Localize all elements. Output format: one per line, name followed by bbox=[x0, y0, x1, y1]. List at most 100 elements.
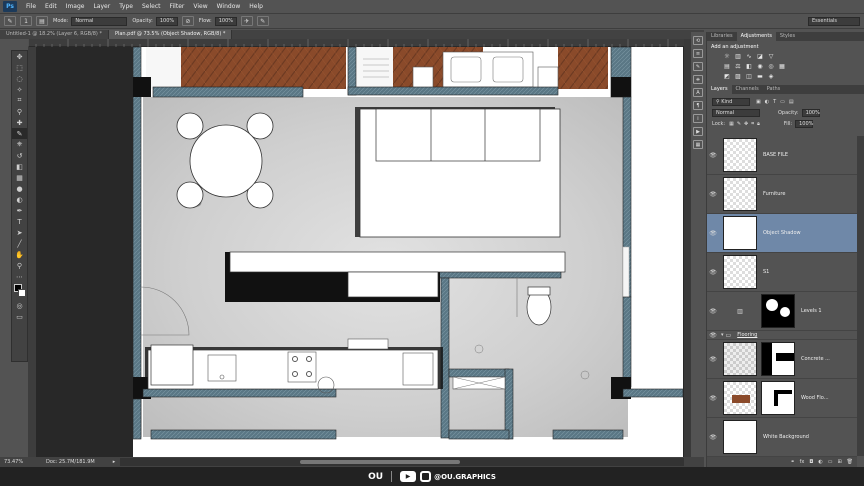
layer-object-shadow[interactable]: 👁︎ Object Shadow bbox=[707, 214, 857, 253]
dodge-tool-icon[interactable]: ◐ bbox=[12, 194, 27, 205]
visibility-eye-icon[interactable]: 👁︎ bbox=[707, 332, 719, 339]
group-expand-icon[interactable]: ▾ bbox=[721, 332, 724, 338]
visibility-eye-icon[interactable]: 👁︎ bbox=[707, 356, 719, 363]
move-tool-icon[interactable]: ✥ bbox=[12, 51, 27, 62]
filter-pixel-icon[interactable]: ▣ bbox=[756, 99, 761, 105]
vertical-scrollbar[interactable] bbox=[684, 39, 691, 457]
brush-tool-icon[interactable]: ✎ bbox=[4, 16, 16, 26]
menu-help[interactable]: Help bbox=[249, 3, 263, 10]
layer-group-flooring[interactable]: 👁︎ ▾ ▭ Flooring bbox=[707, 331, 857, 340]
new-layer-icon[interactable]: ⊞ bbox=[837, 459, 841, 465]
visibility-eye-icon[interactable]: 👁︎ bbox=[707, 152, 719, 159]
tab-layers[interactable]: Layers bbox=[707, 85, 732, 94]
menu-filter[interactable]: Filter bbox=[170, 3, 185, 10]
pen-tool-icon[interactable]: ✒ bbox=[12, 205, 27, 216]
brush-tool-icon[interactable]: ✎ bbox=[12, 128, 27, 139]
character-panel-icon[interactable]: A bbox=[693, 88, 703, 97]
gradient-tool-icon[interactable]: ▦ bbox=[12, 172, 27, 183]
lock-all-icon[interactable]: 🔒︎ bbox=[757, 121, 760, 127]
stamp-tool-icon[interactable]: ⎈ bbox=[12, 139, 27, 150]
vibrance-icon[interactable]: ▽ bbox=[767, 53, 775, 60]
layer-furniture[interactable]: 👁︎ Furniture bbox=[707, 175, 857, 214]
curves-icon[interactable]: ∿ bbox=[745, 53, 753, 60]
history-brush-tool-icon[interactable]: ↺ bbox=[12, 150, 27, 161]
vertical-ruler[interactable] bbox=[28, 47, 36, 457]
black-white-icon[interactable]: ◧ bbox=[745, 63, 753, 70]
exposure-icon[interactable]: ◪ bbox=[756, 53, 764, 60]
quick-mask-icon[interactable]: ◎ bbox=[12, 300, 27, 311]
selective-color-icon[interactable]: ◈ bbox=[767, 73, 775, 80]
tab-styles[interactable]: Styles bbox=[776, 32, 799, 41]
filter-shape-icon[interactable]: ▭ bbox=[780, 99, 785, 105]
new-group-icon[interactable]: ▭ bbox=[828, 459, 833, 465]
airbrush-icon[interactable]: ✈ bbox=[240, 16, 253, 26]
gradient-map-icon[interactable]: ▬ bbox=[756, 73, 764, 80]
color-lookup-icon[interactable]: ▦ bbox=[778, 63, 786, 70]
menu-edit[interactable]: Edit bbox=[45, 3, 57, 10]
more-tools-icon[interactable]: ⋯ bbox=[12, 271, 27, 282]
menu-select[interactable]: Select bbox=[142, 3, 161, 10]
fx-icon[interactable]: fx bbox=[800, 459, 805, 465]
horizontal-scrollbar[interactable] bbox=[120, 458, 684, 466]
color-balance-icon[interactable]: ⚖ bbox=[734, 63, 742, 70]
status-arrow-icon[interactable]: ▸ bbox=[113, 459, 116, 465]
blur-tool-icon[interactable]: ● bbox=[12, 183, 27, 194]
eyedropper-tool-icon[interactable]: ⚲ bbox=[12, 106, 27, 117]
menu-image[interactable]: Image bbox=[66, 3, 85, 10]
visibility-eye-icon[interactable]: 👁︎ bbox=[707, 191, 719, 198]
clone-source-icon[interactable]: ⎈ bbox=[693, 75, 703, 84]
quick-select-tool-icon[interactable]: ✧ bbox=[12, 84, 27, 95]
blend-mode-select[interactable]: Normal bbox=[712, 108, 760, 117]
menu-type[interactable]: Type bbox=[119, 3, 133, 10]
filter-type-icon[interactable]: T bbox=[773, 99, 776, 105]
line-tool-icon[interactable]: ╱ bbox=[12, 238, 27, 249]
actions-panel-icon[interactable]: ▶ bbox=[693, 127, 703, 136]
menu-view[interactable]: View bbox=[193, 3, 207, 10]
layer-white-background[interactable]: 👁︎ White Background bbox=[707, 418, 857, 457]
tab-adjustments[interactable]: Adjustments bbox=[736, 32, 776, 41]
threshold-icon[interactable]: ◫ bbox=[745, 73, 753, 80]
tab-plan[interactable]: Plan.pdf @ 73.5% (Object Shadow, RGB/8) … bbox=[108, 30, 233, 39]
visibility-eye-icon[interactable]: 👁︎ bbox=[707, 308, 719, 315]
visibility-eye-icon[interactable]: 👁︎ bbox=[707, 395, 719, 402]
tab-untitled[interactable]: Untitled-1 @ 18.2% (Layer 6, RGB/8) * bbox=[0, 30, 109, 39]
path-select-tool-icon[interactable]: ➤ bbox=[12, 227, 27, 238]
layer-levels-1[interactable]: 👁︎ ▥ Levels 1 bbox=[707, 292, 857, 331]
tab-paths[interactable]: Paths bbox=[763, 85, 785, 94]
horizontal-scroll-thumb[interactable] bbox=[300, 460, 460, 464]
kind-filter[interactable]: ⚲ Kind bbox=[712, 97, 750, 106]
lock-artboard-icon[interactable]: ⌗ bbox=[751, 121, 754, 127]
adjustment-layer-icon[interactable]: ◐ bbox=[818, 459, 822, 465]
pressure-size-icon[interactable]: ✎ bbox=[256, 16, 269, 26]
filter-smart-icon[interactable]: ▤ bbox=[789, 99, 794, 105]
lock-pixels-icon[interactable]: ▦ bbox=[729, 121, 734, 127]
invert-icon[interactable]: ◩ bbox=[723, 73, 731, 80]
photo-filter-icon[interactable]: ◉ bbox=[756, 63, 764, 70]
swatches-panel-icon[interactable]: ▦ bbox=[693, 140, 703, 149]
menu-window[interactable]: Window bbox=[217, 3, 241, 10]
eraser-tool-icon[interactable]: ◧ bbox=[12, 161, 27, 172]
workspace-switcher[interactable]: Essentials bbox=[808, 17, 860, 26]
channel-mixer-icon[interactable]: ◎ bbox=[767, 63, 775, 70]
brush-panel-icon[interactable]: ▤ bbox=[36, 16, 48, 26]
pressure-opacity-icon[interactable]: ⊘ bbox=[181, 16, 194, 26]
layer-concrete[interactable]: 👁︎ Concrete ... bbox=[707, 340, 857, 379]
lasso-tool-icon[interactable]: ◌ bbox=[12, 73, 27, 84]
layer-s1[interactable]: 👁︎ S1 bbox=[707, 253, 857, 292]
zoom-level[interactable]: 73.47% bbox=[4, 459, 28, 465]
add-mask-icon[interactable]: ◘ bbox=[809, 459, 813, 465]
hand-tool-icon[interactable]: ✋ bbox=[12, 249, 27, 260]
screen-mode-icon[interactable]: ▭ bbox=[12, 311, 27, 322]
history-panel-icon[interactable]: ⟲ bbox=[693, 36, 703, 45]
brightness-icon[interactable]: ☼ bbox=[723, 53, 731, 60]
tab-libraries[interactable]: Libraries bbox=[707, 32, 737, 41]
flow-field[interactable]: 100% bbox=[214, 16, 237, 26]
layer-wood-floor[interactable]: 👁︎ Wood Flo... bbox=[707, 379, 857, 418]
visibility-eye-icon[interactable]: 👁︎ bbox=[707, 434, 719, 441]
floor-plan-document[interactable] bbox=[132, 47, 684, 457]
visibility-eye-icon[interactable]: 👁︎ bbox=[707, 230, 719, 237]
type-tool-icon[interactable]: T bbox=[12, 216, 27, 227]
horizontal-ruler[interactable] bbox=[27, 39, 684, 47]
canvas-area[interactable] bbox=[36, 47, 684, 457]
mode-select[interactable]: Normal bbox=[71, 16, 128, 26]
